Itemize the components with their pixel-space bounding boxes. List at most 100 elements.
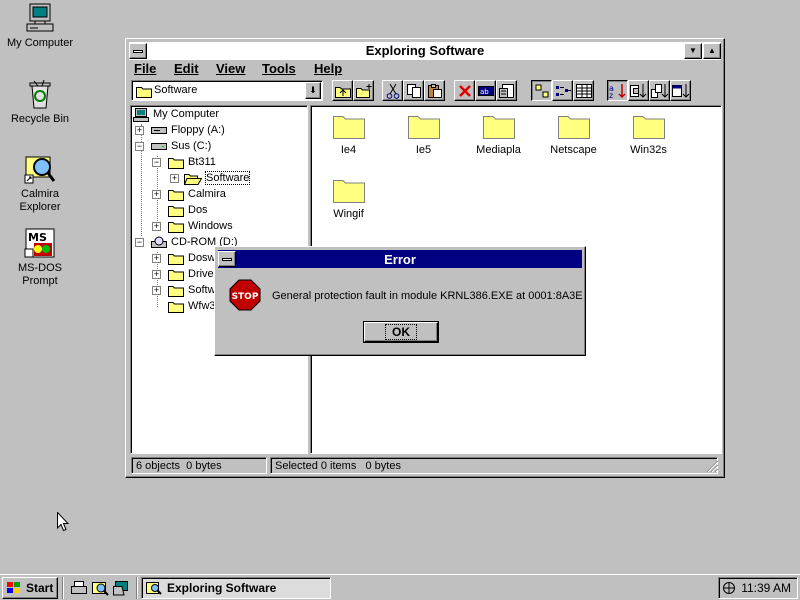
desktop-icon-label: My Computer bbox=[6, 37, 74, 49]
folder-item[interactable]: Mediapla bbox=[461, 112, 536, 156]
tray-network-icon[interactable] bbox=[721, 581, 737, 595]
collapse-icon[interactable]: − bbox=[152, 158, 161, 167]
maximize-button[interactable]: ▲ bbox=[703, 43, 721, 59]
paste-button[interactable] bbox=[424, 80, 445, 101]
expand-icon[interactable]: + bbox=[152, 254, 161, 263]
folder-icon bbox=[168, 206, 184, 217]
toolbar: Software ⬇ ab a z bbox=[129, 79, 721, 103]
window-title: Exploring Software bbox=[365, 43, 485, 58]
address-combo[interactable]: Software ⬇ bbox=[131, 80, 323, 101]
menu-help[interactable]: Help bbox=[314, 61, 342, 76]
sort-by-date-button[interactable] bbox=[670, 80, 691, 101]
taskbar: Start Exploring Software 11:39 AM bbox=[0, 574, 800, 600]
folder-icon bbox=[332, 116, 365, 139]
stop-sign-icon: STOP bbox=[229, 279, 261, 311]
my-computer-icon bbox=[24, 2, 56, 34]
rename-icon: ab bbox=[477, 85, 494, 96]
desktop-icon-calmira-explorer[interactable]: Calmira Explorer bbox=[0, 153, 80, 214]
expand-icon[interactable]: + bbox=[135, 126, 144, 135]
desktop-icon-msdos-prompt[interactable]: MS MS-DOS Prompt bbox=[0, 227, 80, 288]
quicklaunch-explorer-icon[interactable] bbox=[91, 580, 109, 596]
folder-icon bbox=[482, 116, 515, 139]
sort-by-date-icon bbox=[671, 83, 689, 98]
properties-button[interactable] bbox=[496, 80, 517, 101]
folder-icon bbox=[557, 116, 590, 139]
folder-item[interactable]: Netscape bbox=[536, 112, 611, 156]
expand-icon[interactable]: + bbox=[170, 174, 179, 183]
details-view-button[interactable] bbox=[573, 80, 594, 101]
sort-by-size-button[interactable] bbox=[649, 80, 670, 101]
resize-grip-icon[interactable] bbox=[706, 460, 719, 473]
folder-icon bbox=[136, 87, 152, 98]
folder-icon bbox=[168, 286, 184, 297]
quicklaunch-printer-icon[interactable] bbox=[70, 580, 88, 596]
svg-text:ab: ab bbox=[480, 88, 489, 96]
collapse-icon[interactable]: − bbox=[135, 142, 144, 151]
folder-item[interactable]: Wingif bbox=[311, 176, 386, 220]
open-folder-icon bbox=[184, 174, 202, 185]
error-dialog: Error STOP General protection fault in m… bbox=[214, 246, 586, 356]
taskbar-button-exploring-software[interactable]: Exploring Software bbox=[141, 577, 331, 599]
large-icons-button[interactable] bbox=[531, 80, 552, 101]
sort-by-name-icon: a z bbox=[609, 83, 626, 99]
dialog-title-bar[interactable]: Error bbox=[218, 250, 582, 268]
title-bar[interactable]: Exploring Software ▼ ▲ bbox=[129, 42, 721, 60]
desktop-icon-my-computer[interactable]: My Computer bbox=[0, 2, 80, 50]
rename-button[interactable]: ab bbox=[475, 80, 496, 101]
desktop-icon-label: Calmira Explorer bbox=[19, 188, 61, 213]
menu-file[interactable]: File bbox=[134, 61, 156, 76]
magnifier-icon bbox=[24, 153, 56, 185]
new-folder-button[interactable] bbox=[353, 80, 374, 101]
expand-icon[interactable]: + bbox=[152, 190, 161, 199]
folder-icon bbox=[168, 270, 184, 281]
svg-text:MS: MS bbox=[28, 231, 47, 244]
collapse-icon[interactable]: − bbox=[135, 238, 144, 247]
start-button[interactable]: Start bbox=[2, 577, 58, 599]
desktop-icon-label: MS-DOS Prompt bbox=[18, 262, 62, 287]
windows-logo-icon bbox=[7, 582, 20, 593]
ok-button[interactable]: OK bbox=[363, 321, 439, 343]
sort-by-type-button[interactable] bbox=[628, 80, 649, 101]
expand-icon[interactable]: + bbox=[152, 286, 161, 295]
menu-view[interactable]: View bbox=[216, 61, 245, 76]
quicklaunch-desktop-icon[interactable] bbox=[112, 580, 130, 596]
menu-edit[interactable]: Edit bbox=[174, 61, 199, 76]
expand-icon[interactable]: + bbox=[152, 222, 161, 231]
folder-item[interactable]: Ie5 bbox=[386, 112, 461, 156]
copy-button[interactable] bbox=[403, 80, 424, 101]
dialog-title: Error bbox=[384, 252, 416, 267]
minimize-button[interactable]: ▼ bbox=[684, 43, 702, 59]
folder-icon bbox=[168, 190, 184, 201]
error-message: General protection fault in module KRNL3… bbox=[272, 290, 583, 302]
svg-text:STOP: STOP bbox=[232, 292, 259, 302]
clock[interactable]: 11:39 AM bbox=[741, 581, 791, 595]
triangle-down-icon: ▼ bbox=[689, 46, 697, 55]
status-left: 6 objects 0 bytes bbox=[131, 457, 267, 474]
folder-icon bbox=[168, 222, 184, 233]
delete-button[interactable] bbox=[454, 80, 475, 101]
open-folder-icon bbox=[168, 158, 184, 169]
menu-bar: File Edit View Tools Help bbox=[129, 60, 721, 78]
menu-tools[interactable]: Tools bbox=[262, 61, 296, 76]
cut-button[interactable] bbox=[382, 80, 403, 101]
floppy-drive-icon bbox=[151, 127, 167, 134]
status-right: Selected 0 items 0 bytes bbox=[270, 457, 718, 474]
folder-icon bbox=[168, 302, 184, 313]
recycle-bin-icon bbox=[24, 78, 56, 110]
folder-item[interactable]: Ie4 bbox=[311, 112, 386, 156]
desktop-icon-recycle-bin[interactable]: Recycle Bin bbox=[0, 78, 80, 126]
list-view-button[interactable] bbox=[552, 80, 573, 101]
hard-drive-icon bbox=[151, 143, 167, 150]
new-folder-icon bbox=[355, 83, 371, 98]
address-dropdown-button[interactable]: ⬇ bbox=[305, 82, 321, 99]
folder-item[interactable]: Win32s bbox=[611, 112, 686, 156]
expand-icon[interactable]: + bbox=[152, 270, 161, 279]
sort-by-name-button[interactable]: a z bbox=[607, 80, 628, 101]
up-folder-button[interactable] bbox=[332, 80, 353, 101]
triangle-up-icon: ▲ bbox=[708, 46, 716, 55]
my-computer-icon bbox=[133, 108, 149, 122]
svg-text:z: z bbox=[609, 91, 613, 99]
paste-icon bbox=[427, 83, 442, 98]
folder-icon bbox=[332, 180, 365, 203]
delete-x-icon bbox=[458, 84, 471, 97]
